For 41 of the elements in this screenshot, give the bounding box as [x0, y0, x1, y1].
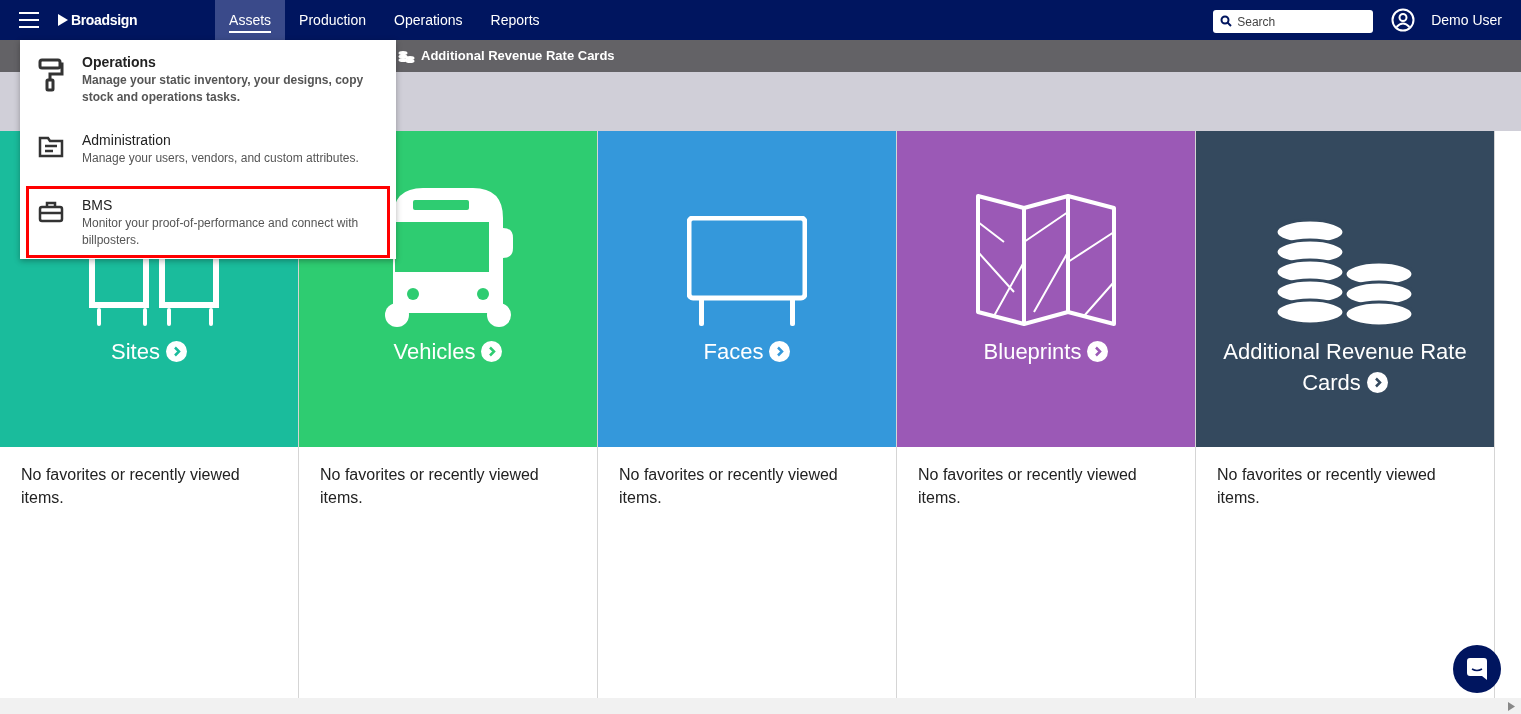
- coins-icon: [398, 49, 415, 63]
- sub-nav-link[interactable]: Additional Revenue Rate Cards: [421, 46, 615, 66]
- nav-menu-tab[interactable]: Production: [285, 0, 381, 40]
- chevron-circle-icon: [1366, 372, 1388, 393]
- folder-icon: [38, 136, 64, 158]
- chevron-circle-icon: [165, 341, 187, 362]
- nav-menu-tab[interactable]: Reports: [476, 0, 554, 40]
- empty-state-text: No favorites or recently viewed items.: [20, 465, 241, 508]
- category-tile[interactable]: Additional Revenue Rate Cards: [1196, 131, 1494, 447]
- empty-state-text: No favorites or recently viewed items.: [1216, 465, 1437, 508]
- map-icon: [974, 192, 1118, 328]
- menu-item-title: BMS: [82, 196, 114, 215]
- toolbox-icon: [38, 201, 64, 223]
- chat-icon: [1467, 658, 1487, 680]
- menu-icon[interactable]: [19, 12, 39, 28]
- play-logo-icon: [57, 13, 69, 27]
- user-avatar-icon[interactable]: [1391, 8, 1416, 32]
- empty-state-text: No favorites or recently viewed items.: [618, 465, 839, 508]
- nav-menu-tab[interactable]: Assets: [215, 0, 286, 40]
- menu-item-title: Operations: [82, 53, 157, 72]
- billboard-icon: [687, 216, 807, 328]
- chevron-circle-icon: [481, 341, 503, 362]
- menu-item-description: Manage your static inventory, your designs, copy stock and operations tasks.: [82, 72, 365, 106]
- nav-menu-tab[interactable]: Operations: [380, 0, 477, 40]
- paint-roller-icon: [38, 58, 64, 92]
- empty-state-text: No favorites or recently viewed items.: [917, 465, 1138, 508]
- logo-text: Broadsign: [71, 10, 138, 30]
- chevron-circle-icon: [1087, 341, 1109, 362]
- category-tile[interactable]: Blueprints: [897, 131, 1195, 447]
- coins-icon: [1275, 218, 1415, 328]
- scroll-right-arrow-icon[interactable]: [1508, 701, 1515, 711]
- tile-title-link[interactable]: Blueprints: [983, 336, 1109, 367]
- empty-state-text: No favorites or recently viewed items.: [319, 465, 540, 508]
- dropdown-item[interactable]: Operations Manage your static inventory, your designs, copy stock and operations tasks.: [29, 50, 387, 108]
- search-icon: [1220, 14, 1233, 27]
- tile-title-link[interactable]: Additional Revenue Rate Cards: [1220, 336, 1470, 398]
- search-field[interactable]: Search: [1213, 10, 1374, 33]
- chevron-circle-icon: [769, 341, 791, 362]
- user-name[interactable]: Demo User: [1431, 9, 1502, 31]
- menu-item-title: Administration: [82, 131, 172, 150]
- chat-button[interactable]: [1453, 645, 1501, 693]
